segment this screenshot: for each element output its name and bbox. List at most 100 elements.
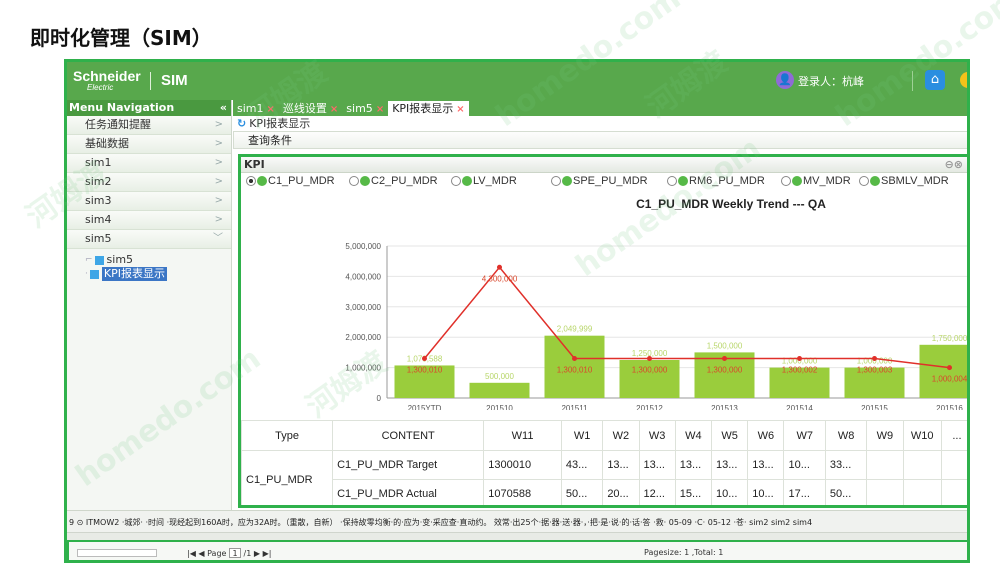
radio-label: SBMLV_MDR <box>881 175 949 187</box>
refresh-icon[interactable]: ↻ <box>237 117 246 130</box>
value-cell <box>902 479 942 505</box>
smiley-status-icon <box>257 176 267 186</box>
kpi-radio-option[interactable]: SPE_PU_MDR <box>551 175 648 187</box>
tree-node-kpi-report[interactable]: · KPI报表显示 <box>85 267 231 281</box>
value-cell <box>902 450 942 480</box>
kpi-radio-option[interactable]: C2_PU_MDR <box>349 175 438 187</box>
page-nav-prev[interactable]: |◀ ◀ Page <box>187 549 226 558</box>
tab-label: sim5 <box>346 102 373 115</box>
kpi-table: Type CONTENT W11 W1 W2 W3 W4 W5 W6 W7 W8 W9 W10... C… <box>241 420 967 505</box>
radio-label: SPE_PU_MDR <box>573 175 648 187</box>
sidebar-item-notify[interactable]: 任务通知提醒 > <box>67 116 231 135</box>
table-row[interactable]: C1_PU_MDR Actual 1070588 50... 20... 12... 15… <box>242 479 967 505</box>
tab-bar: sim1 × 巡线设置 × sim5 × KPI报表显示 × <box>233 100 967 116</box>
sidebar-item-basic-data[interactable]: 基础数据 > <box>67 135 231 154</box>
kpi-radio-option[interactable]: MV_MDR <box>781 175 851 187</box>
tab-sim5[interactable]: sim5 × <box>342 101 388 116</box>
tab-kpi-report[interactable]: KPI报表显示 × <box>388 101 469 116</box>
collapse-icon[interactable]: « <box>220 100 227 116</box>
sidebar-item-sim1[interactable]: sim1 > <box>67 154 231 173</box>
page-number-input[interactable]: 1 <box>229 548 241 558</box>
sidebar-item-sim2[interactable]: sim2 > <box>67 173 231 192</box>
value-cell: 10... <box>747 479 785 505</box>
value-cell: 50... <box>824 479 868 505</box>
column-header[interactable]: W5 <box>711 420 749 451</box>
y-tick-label: 5,000,000 <box>345 242 381 251</box>
kpi-radio-option[interactable]: SBMLV_MDR <box>859 175 949 187</box>
tree-node-sim5[interactable]: ⌐ sim5 <box>85 253 231 267</box>
kpi-radio-option[interactable]: C1_PU_MDR <box>246 175 335 187</box>
radio-icon[interactable] <box>451 176 461 186</box>
close-icon[interactable]: × <box>456 104 464 115</box>
y-tick-label: 1,000,000 <box>345 364 381 373</box>
column-header[interactable]: W8 <box>824 420 868 451</box>
radio-icon[interactable] <box>667 176 677 186</box>
close-icon[interactable]: × <box>376 104 384 115</box>
column-header[interactable]: W3 <box>638 420 676 451</box>
radio-icon[interactable] <box>349 176 359 186</box>
radio-icon[interactable] <box>859 176 869 186</box>
query-label: 查询条件 <box>248 134 292 147</box>
line-point <box>572 355 577 361</box>
column-header[interactable]: W6 <box>747 420 785 451</box>
type-cell: C1_PU_MDR <box>241 450 334 505</box>
column-header[interactable]: W4 <box>674 420 713 451</box>
tab-patrol-settings[interactable]: 巡线设置 × <box>279 101 342 116</box>
tree-connector-icon: · <box>85 269 88 279</box>
column-header[interactable]: W7 <box>783 420 826 451</box>
horizontal-scrollbar[interactable] <box>67 532 967 540</box>
chart-title: C1_PU_MDR Weekly Trend --- QA <box>636 197 826 211</box>
bar <box>469 382 530 398</box>
page-nav[interactable]: |◀ ◀ Page 1 /1 ▶ ▶| <box>187 548 271 558</box>
kpi-radio-option[interactable]: RM6_PU_MDR <box>667 175 765 187</box>
kpi-radio-option[interactable]: LV_MDR <box>451 175 517 187</box>
close-icon[interactable]: × <box>330 104 338 115</box>
page-nav-next[interactable]: /1 ▶ ▶| <box>244 549 272 558</box>
column-header[interactable]: Type <box>241 420 334 451</box>
y-tick-label: 4,000,000 <box>345 272 381 281</box>
collapse-panel-icon[interactable]: ⊖ <box>945 158 954 171</box>
settings-icon[interactable] <box>960 72 967 88</box>
user-icon[interactable]: 👤 <box>776 71 794 89</box>
sidebar-item-sim3[interactable]: sim3 > <box>67 192 231 211</box>
chevron-right-icon: > <box>214 138 223 149</box>
radio-label: C2_PU_MDR <box>371 175 438 187</box>
home-icon[interactable]: ⌂ <box>925 70 945 90</box>
y-tick-label: 0 <box>377 394 382 403</box>
pager-scrollbar[interactable] <box>77 549 157 557</box>
chevron-right-icon: > <box>214 176 223 187</box>
query-conditions-toggle[interactable]: 查询条件 <box>233 131 967 149</box>
close-icon[interactable]: × <box>267 104 275 115</box>
radio-icon[interactable] <box>781 176 791 186</box>
page-title: 即时化管理（SIM） <box>30 26 212 50</box>
column-header[interactable]: ... <box>940 420 967 451</box>
user-label[interactable]: 登录人：杭峰 <box>798 73 864 89</box>
line-data-label: 1,300,003 <box>857 365 893 374</box>
table-row[interactable]: C1_PU_MDR C1_PU_MDR Target 1300010 43... 13.… <box>241 450 967 505</box>
column-header[interactable]: CONTENT <box>332 420 485 451</box>
x-tick-label: 201513 <box>711 404 738 410</box>
radio-icon[interactable] <box>551 176 561 186</box>
column-header[interactable]: W1 <box>560 420 604 451</box>
column-header[interactable]: W9 <box>866 420 904 451</box>
x-tick-label: 201515 <box>861 404 888 410</box>
column-header[interactable]: W11 <box>483 420 562 451</box>
tab-label: sim1 <box>237 102 264 115</box>
radio-icon[interactable] <box>246 176 256 186</box>
app-window: Schneider Electric SIM 👤 登录人：杭峰 ⌂ Menu N… <box>64 59 970 563</box>
tab-sim1[interactable]: sim1 × <box>233 101 279 116</box>
app-name: SIM <box>161 72 188 89</box>
close-panel-icon[interactable]: ⊗ <box>954 158 963 171</box>
breadcrumb: ↻ KPI报表显示 <box>233 116 967 131</box>
x-tick-label: 201511 <box>561 404 588 410</box>
line-data-label: 1,300,002 <box>782 365 818 374</box>
line-point <box>647 355 652 361</box>
sidebar-item-sim4[interactable]: sim4 > <box>67 211 231 230</box>
sidebar-item-sim5[interactable]: sim5 ﹀ <box>67 230 231 249</box>
kpi-chart: C1_PU_MDR Weekly Trend --- QA 0 1,000,000 2… <box>241 194 967 413</box>
value-cell: 13... <box>711 450 749 480</box>
smiley-status-icon <box>360 176 370 186</box>
column-header[interactable]: W2 <box>602 420 640 451</box>
brand-logo[interactable]: Schneider Electric <box>73 69 141 92</box>
column-header[interactable]: W10 <box>902 420 942 451</box>
